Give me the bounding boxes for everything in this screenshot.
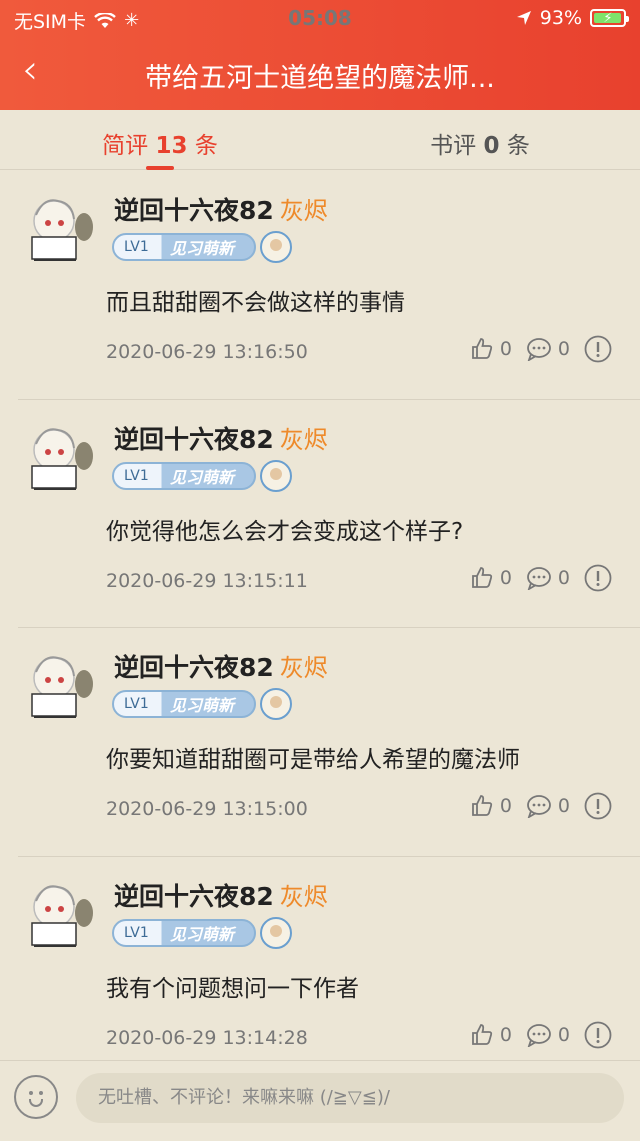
user-name[interactable]: 逆回十六夜82 [114, 648, 274, 684]
like-count: 0 [499, 795, 512, 817]
user-name[interactable]: 逆回十六夜82 [114, 191, 274, 227]
comment-text: 你要知道甜甜圈可是带给人希望的魔法师 [106, 747, 520, 773]
tab-label: 书评 [430, 133, 477, 159]
reply-count: 0 [557, 338, 570, 360]
level-title: 见习萌新 [170, 924, 235, 944]
active-tab-indicator [146, 166, 174, 170]
reply-count: 0 [557, 1023, 570, 1046]
thumbs-up-icon [471, 338, 492, 359]
tab-label: 简评 [102, 133, 149, 159]
reply-button[interactable]: 0 [526, 337, 570, 361]
avatar-image [31, 427, 93, 490]
exclamation-circle-icon [584, 335, 612, 363]
app-header: 无SIM卡 ✳ 05:08 93% ⚡ ‹ 带给五河士道绝望的魔法师... [0, 0, 640, 110]
avatar-image [31, 884, 93, 947]
comment-item: 逆回十六夜82 灰烬 LV1 见习萌新 你要知道甜甜圈可是带给人希望的魔法师 202… [18, 628, 640, 857]
exclamation-circle-icon [584, 1021, 612, 1048]
avatar-image [31, 199, 93, 261]
medal-icon [260, 916, 292, 949]
battery-icon: ⚡ [590, 9, 629, 27]
thumbs-up-icon [471, 795, 492, 816]
comment-icon [527, 338, 551, 361]
user-name[interactable]: 逆回十六夜82 [114, 420, 274, 456]
comment-list[interactable]: 逆回十六夜82 灰烬 LV1 见习萌新 而且甜甜圈不会做这样的事情 2020-06-… [0, 171, 640, 1085]
tab-count: 0 [483, 133, 500, 159]
user-rank: 灰烬 [279, 197, 328, 225]
level-label: LV1 [124, 467, 149, 484]
smiley-icon[interactable] [14, 1075, 58, 1119]
comment-input-bar: 无吐槽、不评论！来嘛来嘛 (/≧▽≦)/ [0, 1060, 640, 1141]
comment-text: 我有个问题想问一下作者 [106, 975, 359, 1002]
tab-count: 13 [155, 133, 188, 159]
chevron-left-icon: ‹ [22, 47, 38, 93]
level-badge: LV1 见习萌新 [112, 690, 256, 718]
comment-icon [527, 566, 551, 590]
battery-percent: 93% [539, 7, 582, 29]
thumbs-up-icon [471, 566, 492, 588]
tab-book-reviews[interactable]: 书评 0 条 [320, 126, 640, 160]
user-rank: 灰烬 [279, 425, 328, 454]
status-bar: 无SIM卡 ✳ 05:08 93% ⚡ [0, 0, 640, 36]
like-count: 0 [499, 1023, 512, 1046]
exclamation-circle-icon [584, 792, 612, 820]
page-title: 带给五河士道绝望的魔法师... [145, 63, 495, 94]
comment-text: 你觉得他怎么会才会变成这个样子? [106, 518, 464, 545]
level-badge: LV1 见习萌新 [112, 233, 256, 261]
level-label: LV1 [124, 696, 149, 712]
level-badge: LV1 见习萌新 [112, 918, 256, 947]
level-title: 见习萌新 [170, 239, 235, 258]
comment-icon [527, 795, 551, 818]
avatar[interactable] [24, 422, 98, 496]
level-title: 见习萌新 [170, 696, 235, 715]
exclamation-circle-icon [584, 564, 612, 591]
comment-text: 而且甜甜圈不会做这样的事情 [106, 290, 405, 316]
comment-time: 2020-06-29 13:15:11 [106, 569, 308, 592]
comment-item: 逆回十六夜82 灰烬 LV1 见习萌新 你觉得他怎么会才会变成这个样子? 2020-… [18, 400, 640, 628]
avatar[interactable] [24, 193, 98, 267]
user-rank: 灰烬 [279, 882, 328, 911]
level-label: LV1 [124, 239, 149, 255]
tab-unit: 条 [506, 133, 530, 159]
report-button[interactable] [584, 335, 612, 363]
comment-icon [527, 1023, 551, 1047]
level-badge: LV1 见习萌新 [112, 461, 256, 490]
like-button[interactable]: 0 [470, 794, 512, 818]
medal-icon [260, 688, 292, 720]
comment-time: 2020-06-29 13:16:50 [106, 341, 308, 363]
comment-input[interactable]: 无吐槽、不评论！来嘛来嘛 (/≧▽≦)/ [76, 1073, 624, 1123]
medal-icon [260, 459, 292, 492]
user-name[interactable]: 逆回十六夜82 [114, 877, 274, 913]
reply-button[interactable]: 0 [526, 1023, 570, 1047]
report-button[interactable] [584, 1021, 612, 1049]
medal-icon [260, 231, 292, 263]
tab-bar: 简评 13 条 书评 0 条 [0, 110, 640, 170]
comment-time: 2020-06-29 13:14:28 [106, 1026, 308, 1049]
comment-item: 逆回十六夜82 灰烬 LV1 见习萌新 我有个问题想问一下作者 2020-06-29… [18, 857, 640, 1085]
location-arrow-icon [516, 11, 531, 25]
back-button[interactable]: ‹ [22, 50, 38, 90]
avatar-image [31, 656, 93, 718]
reply-button[interactable]: 0 [526, 794, 570, 818]
level-label: LV1 [124, 924, 149, 941]
like-button[interactable]: 0 [470, 566, 512, 590]
comment-item: 逆回十六夜82 灰烬 LV1 见习萌新 而且甜甜圈不会做这样的事情 2020-06-… [18, 171, 640, 400]
reply-button[interactable]: 0 [526, 566, 570, 590]
like-count: 0 [499, 338, 512, 360]
avatar[interactable] [24, 650, 98, 724]
report-button[interactable] [584, 564, 612, 592]
report-button[interactable] [584, 792, 612, 820]
avatar[interactable] [24, 879, 98, 953]
thumbs-up-icon [471, 1023, 492, 1045]
tab-unit: 条 [194, 133, 218, 159]
like-button[interactable]: 0 [470, 337, 512, 361]
like-button[interactable]: 0 [470, 1023, 512, 1047]
tab-short-reviews[interactable]: 简评 13 条 [0, 126, 320, 160]
like-count: 0 [499, 566, 512, 589]
reply-count: 0 [557, 795, 570, 817]
reply-count: 0 [557, 566, 570, 589]
user-rank: 灰烬 [279, 654, 328, 682]
comment-time: 2020-06-29 13:15:00 [106, 798, 308, 820]
level-title: 见习萌新 [170, 467, 235, 487]
